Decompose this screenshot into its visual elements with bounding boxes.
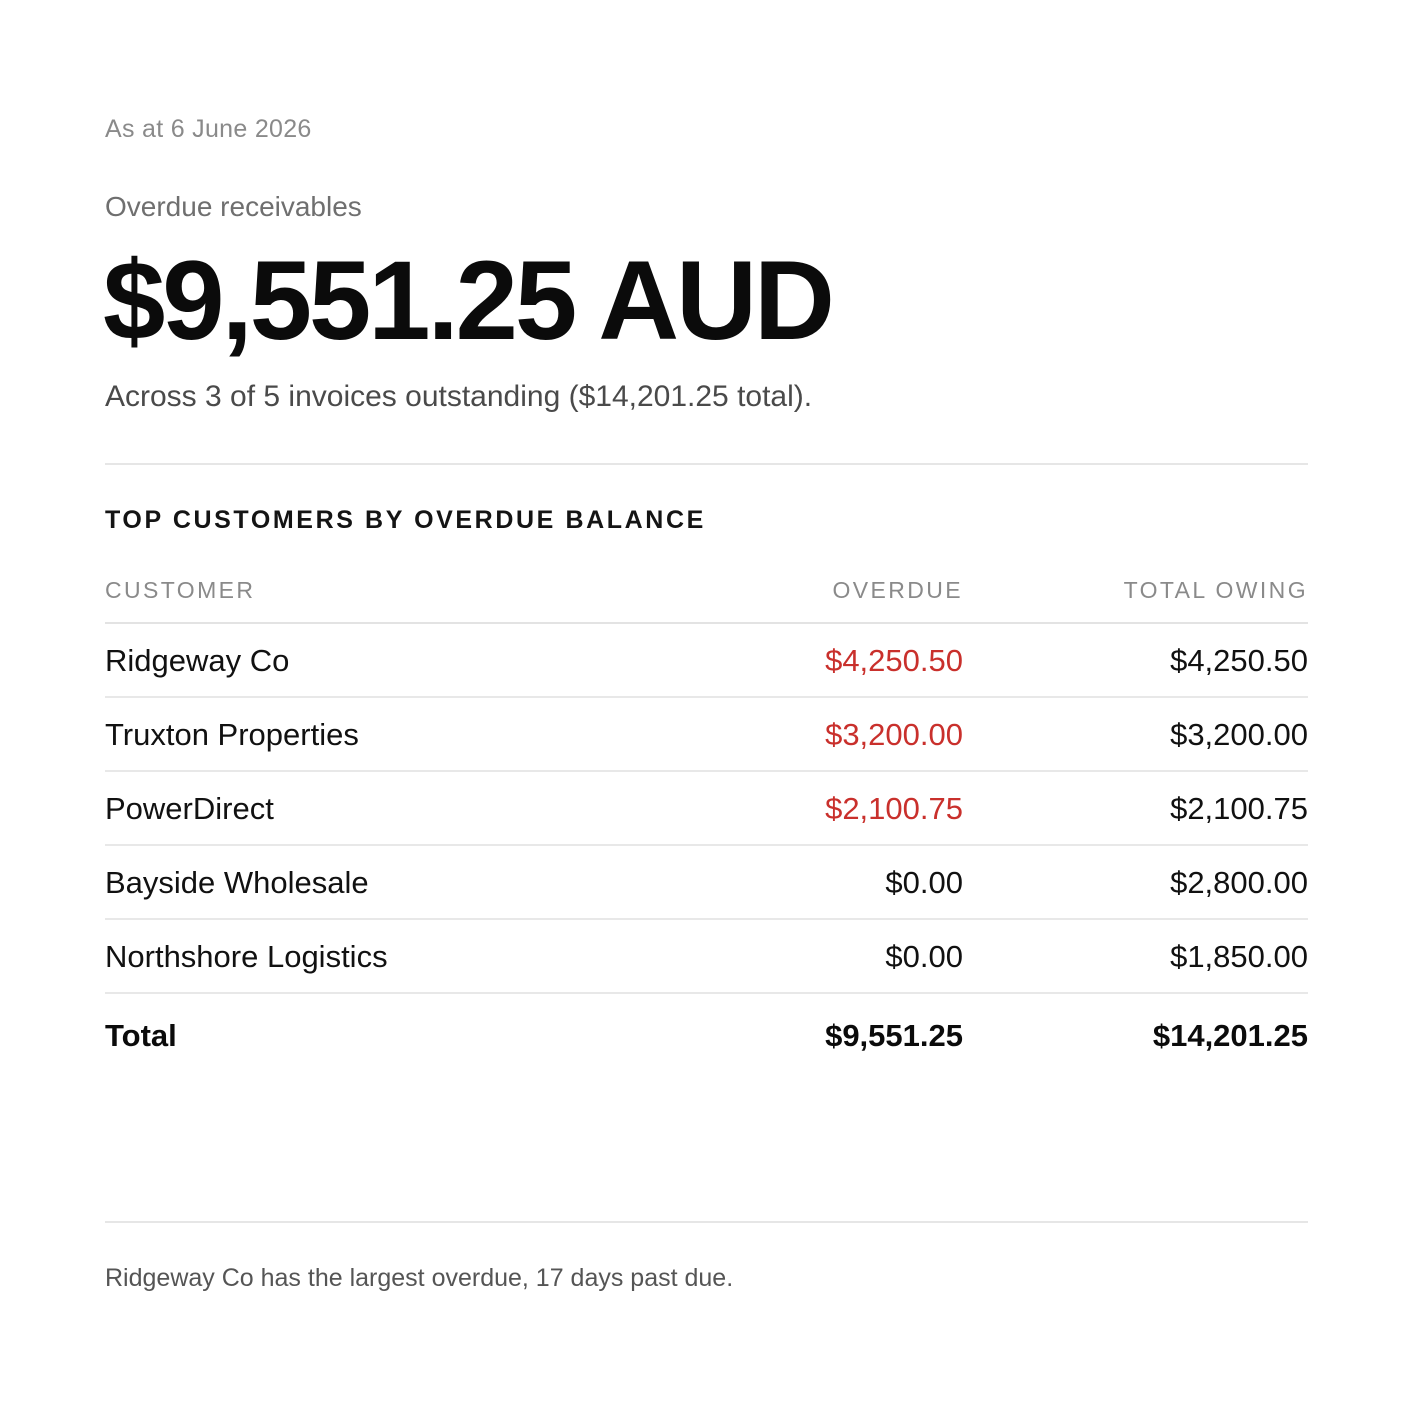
total-owing-amount: $2,100.75	[1170, 791, 1308, 826]
table-header: CUSTOMER OVERDUE TOTAL OWING	[105, 565, 1308, 624]
customer-name: Bayside Wholesale	[105, 865, 369, 900]
overdue-amount: $2,100.75	[825, 791, 963, 826]
total-overdue-amount: $9,551.25	[825, 1018, 963, 1053]
column-header-total-owing: TOTAL OWING	[1123, 577, 1308, 603]
table-row: PowerDirect $2,100.75 $2,100.75	[105, 772, 1308, 846]
table-row: Northshore Logistics $0.00 $1,850.00	[105, 920, 1308, 994]
total-owing-sum: $14,201.25	[1152, 1018, 1308, 1053]
footnote: Ridgeway Co has the largest overdue, 17 …	[105, 1264, 734, 1292]
total-owing-amount: $1,850.00	[1170, 939, 1308, 974]
customer-name: Northshore Logistics	[105, 939, 388, 974]
metric-subtitle: Across 3 of 5 invoices outstanding ($14,…	[105, 380, 813, 413]
total-label: Total	[105, 1018, 177, 1053]
overdue-amount: $4,250.50	[825, 643, 963, 678]
total-owing-amount: $2,800.00	[1170, 865, 1308, 900]
customers-table: CUSTOMER OVERDUE TOTAL OWING Ridgeway Co…	[105, 565, 1308, 1074]
table-row: Ridgeway Co $4,250.50 $4,250.50	[105, 624, 1308, 698]
customer-name: Ridgeway Co	[105, 643, 290, 678]
divider	[105, 1221, 1308, 1223]
customer-name: Truxton Properties	[105, 717, 359, 752]
table-total-row: Total $9,551.25 $14,201.25	[105, 994, 1308, 1074]
table-row: Truxton Properties $3,200.00 $3,200.00	[105, 698, 1308, 772]
section-title: TOP CUSTOMERS BY OVERDUE BALANCE	[105, 506, 706, 534]
column-header-customer: CUSTOMER	[105, 577, 256, 603]
table-row: Bayside Wholesale $0.00 $2,800.00	[105, 846, 1308, 920]
overdue-total-value: $9,551.25 AUD	[103, 238, 835, 363]
customer-name: PowerDirect	[105, 791, 274, 826]
report-card: As at 6 June 2026 Overdue receivables $9…	[0, 0, 1412, 1412]
overdue-amount: $0.00	[885, 939, 963, 974]
total-owing-amount: $3,200.00	[1170, 717, 1308, 752]
metric-label: Overdue receivables	[105, 191, 362, 222]
divider	[105, 463, 1308, 465]
overdue-amount: $3,200.00	[825, 717, 963, 752]
total-owing-amount: $4,250.50	[1170, 643, 1308, 678]
column-header-overdue: OVERDUE	[832, 577, 963, 603]
as-at-date: As at 6 June 2026	[105, 115, 312, 143]
overdue-amount: $0.00	[885, 865, 963, 900]
